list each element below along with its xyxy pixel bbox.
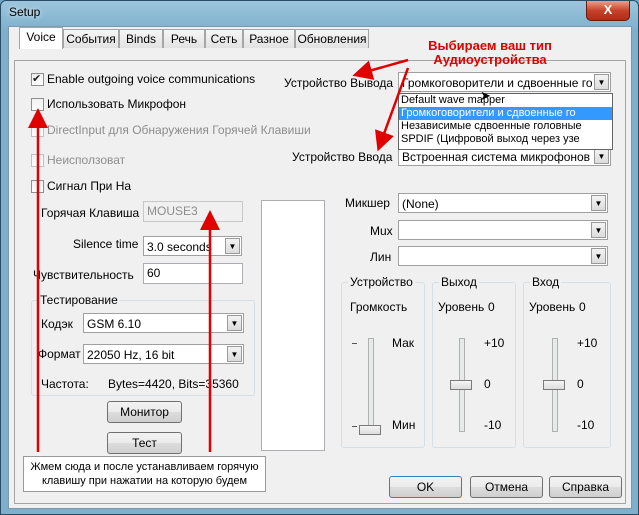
tab-updates[interactable]: Обновления: [295, 29, 369, 48]
hotkey-field[interactable]: MOUSE3: [143, 201, 243, 222]
device-option[interactable]: SPDIF (Цифровой выход через узе: [399, 133, 612, 146]
mouse-cursor-icon: ➤: [480, 88, 491, 103]
output-level-thumb[interactable]: [450, 380, 472, 390]
use-mic-label: Использовать Микрофон: [47, 97, 187, 111]
use-mic-checkbox[interactable]: [31, 98, 44, 111]
output-scale-top: +10: [484, 336, 505, 350]
silence-label: Silence time: [73, 237, 139, 251]
test-button[interactable]: Тест: [107, 432, 182, 454]
chevron-down-icon: ▼: [225, 238, 240, 254]
annotation-note-line2: клавишу при нажатии на которую будем: [41, 475, 248, 487]
mixer-value: (None): [402, 197, 439, 211]
mux-select[interactable]: ▼: [398, 220, 608, 240]
codec-value: GSM 6.10: [87, 317, 142, 331]
chevron-down-icon: ▼: [227, 315, 242, 331]
input-scale-mid: 0: [577, 377, 584, 391]
input-level-title: Вход: [530, 275, 562, 289]
cancel-button[interactable]: Отмена: [470, 476, 543, 498]
input-scale-bottom: -10: [577, 418, 595, 432]
chevron-down-icon: ▼: [591, 195, 606, 211]
help-button[interactable]: Справка: [549, 476, 622, 498]
slider-tick: [352, 426, 357, 427]
output-device-label: Устройство Вывода: [284, 76, 394, 90]
device-option[interactable]: Default wave mapper: [399, 94, 612, 107]
output-level-value: 0: [488, 300, 495, 314]
output-device-dropdown: Default wave mapper Громкоговорители и с…: [398, 93, 613, 150]
directinput-checkbox[interactable]: [31, 124, 44, 137]
line-select[interactable]: ▼: [398, 246, 608, 266]
tab-binds[interactable]: Binds: [119, 29, 163, 48]
input-device-label: Устройство Ввода: [292, 150, 393, 164]
input-scale-top: +10: [577, 336, 598, 350]
format-select[interactable]: 22050 Hz, 16 bit ▼: [83, 344, 244, 364]
annotation-note-line1: Жмем сюда и после устанавливаем горячую: [30, 461, 259, 473]
device-volume-label: Громкость: [350, 300, 408, 314]
codec-label: Кодэк: [41, 317, 73, 331]
input-level-value: 0: [579, 300, 586, 314]
level-listbox[interactable]: [261, 200, 325, 451]
output-level-title: Выход: [439, 275, 479, 289]
format-value: 22050 Hz, 16 bit: [87, 348, 175, 362]
sensitivity-label: Чувствительность: [33, 268, 134, 282]
enable-outgoing-checkbox[interactable]: [31, 72, 44, 86]
annotation-top-line2: Аудиоустройства: [433, 52, 547, 67]
output-level-label: Уровень: [438, 300, 485, 314]
chevron-down-icon: ▼: [594, 148, 609, 164]
mux-label: Mux: [370, 224, 393, 238]
chevron-down-icon: ▼: [591, 222, 606, 238]
tab-speech[interactable]: Речь: [163, 29, 205, 48]
testing-title: Тестирование: [38, 293, 120, 307]
device-option-selected[interactable]: Громкоговорители и сдвоенные го: [399, 107, 612, 120]
not-used-checkbox[interactable]: [31, 154, 44, 167]
window-title: Setup: [9, 5, 41, 19]
device-volume-min: Мин: [392, 418, 416, 432]
codec-select[interactable]: GSM 6.10 ▼: [83, 313, 244, 333]
device-volume-title: Устройство: [348, 275, 415, 289]
frequency-label: Частота:: [41, 377, 89, 391]
input-device-value: Встроенная система микрофонов (ID: [402, 150, 610, 164]
annotation-top-line1: Выбираем ваш тип: [428, 38, 552, 53]
silence-select[interactable]: 3.0 seconds ▼: [143, 236, 242, 256]
ok-button[interactable]: OK: [389, 476, 462, 498]
signal-checkbox[interactable]: [31, 180, 44, 193]
input-level-label: Уровень: [529, 300, 576, 314]
format-label: Формат: [38, 347, 81, 361]
slider-tick: [352, 343, 357, 344]
output-scale-bottom: -10: [484, 418, 502, 432]
mixer-label: Микшер: [345, 196, 390, 210]
annotation-note: Жмем сюда и после устанавливаем горячую …: [23, 456, 266, 492]
not-used-label: Неисползоват: [47, 153, 126, 167]
sensitivity-field[interactable]: 60: [143, 263, 243, 284]
line-label: Лин: [370, 250, 392, 264]
device-option[interactable]: Независимые сдвоенные головные: [399, 120, 612, 133]
enable-outgoing-label: Enable outgoing voice communications: [47, 72, 256, 86]
device-volume-thumb[interactable]: [359, 425, 381, 435]
chevron-down-icon: ▼: [594, 74, 609, 90]
tab-events[interactable]: События: [63, 29, 119, 48]
signal-label: Сигнал При На: [47, 179, 132, 193]
output-device-select[interactable]: Громкоговорители и сдвоенные го ▼: [398, 72, 611, 92]
mixer-select[interactable]: (None) ▼: [398, 193, 608, 213]
chevron-down-icon: ▼: [591, 248, 606, 264]
frequency-value: Bytes=4420, Bits=35360: [108, 377, 239, 391]
output-device-value: Громкоговорители и сдвоенные го: [402, 76, 593, 90]
device-volume-track[interactable]: [368, 338, 374, 432]
chevron-down-icon: ▼: [227, 346, 242, 362]
silence-value: 3.0 seconds: [147, 240, 212, 254]
close-button[interactable]: X: [586, 1, 630, 21]
tab-voice[interactable]: Voice: [19, 27, 63, 49]
output-scale-mid: 0: [484, 377, 491, 391]
tab-misc[interactable]: Разное: [243, 29, 295, 48]
input-level-thumb[interactable]: [543, 380, 565, 390]
hotkey-label: Горячая Клавиша: [41, 206, 140, 220]
tab-network[interactable]: Сеть: [205, 29, 243, 48]
monitor-button[interactable]: Монитор: [107, 401, 182, 423]
device-volume-max: Мак: [392, 336, 415, 350]
directinput-label: DirectInput для Обнаружения Горячей Клав…: [47, 123, 311, 137]
